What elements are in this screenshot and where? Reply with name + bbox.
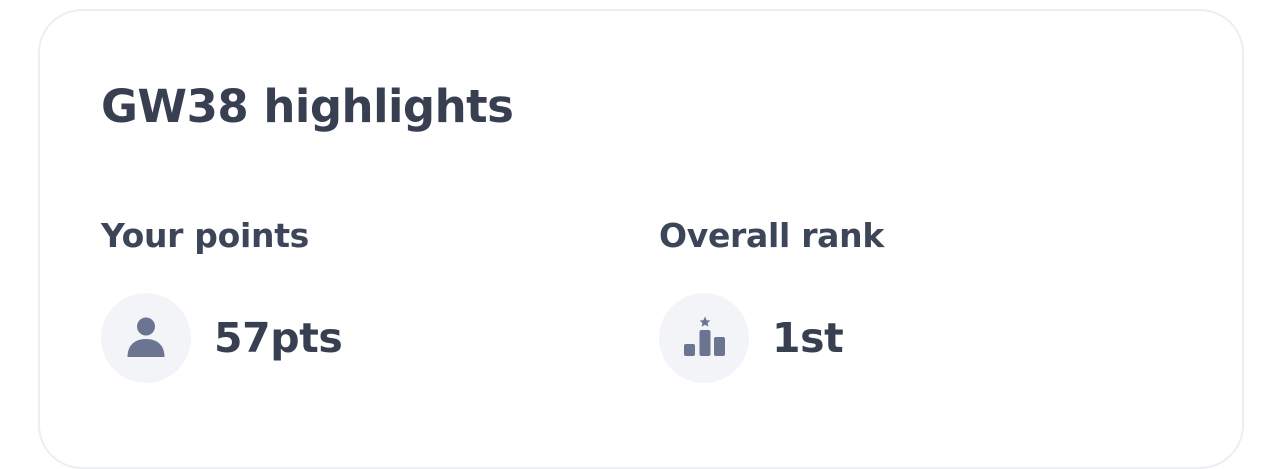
podium-icon	[684, 316, 725, 356]
points-stat: Your points 57pts	[101, 216, 343, 383]
points-row: 57pts	[101, 293, 343, 383]
rank-label: Overall rank	[659, 216, 884, 255]
rank-row: 1st	[659, 293, 844, 383]
highlights-card: GW38 highlights Your points 57pts Overal…	[38, 9, 1244, 469]
card-title: GW38 highlights	[101, 80, 514, 133]
person-icon	[127, 317, 165, 357]
points-value: 57pts	[214, 314, 343, 362]
rank-icon-circle	[659, 293, 749, 383]
rank-value: 1st	[772, 314, 844, 362]
rank-stat: Overall rank 1st	[659, 216, 884, 383]
points-label: Your points	[101, 216, 310, 255]
points-icon-circle	[101, 293, 191, 383]
